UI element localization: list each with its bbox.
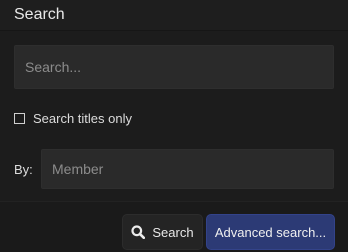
titles-only-label[interactable]: Search titles only <box>33 111 132 126</box>
search-input[interactable] <box>14 45 334 89</box>
advanced-search-label: Advanced search... <box>214 224 327 240</box>
magnifier-icon <box>131 225 146 240</box>
search-button[interactable]: Search <box>122 214 203 250</box>
advanced-search-button[interactable]: Advanced search... <box>206 214 335 250</box>
titles-only-option[interactable]: Search titles only <box>14 110 132 126</box>
search-button-label: Search <box>152 224 194 240</box>
by-label: By: <box>14 162 33 177</box>
member-input[interactable] <box>41 149 334 189</box>
search-header: Search <box>0 0 348 31</box>
search-dropdown-panel: Search Search titles only By: Search Adv… <box>0 0 348 252</box>
search-footer: Search Advanced search... <box>0 201 348 252</box>
search-title: Search <box>14 6 65 23</box>
titles-only-checkbox[interactable] <box>14 112 25 124</box>
